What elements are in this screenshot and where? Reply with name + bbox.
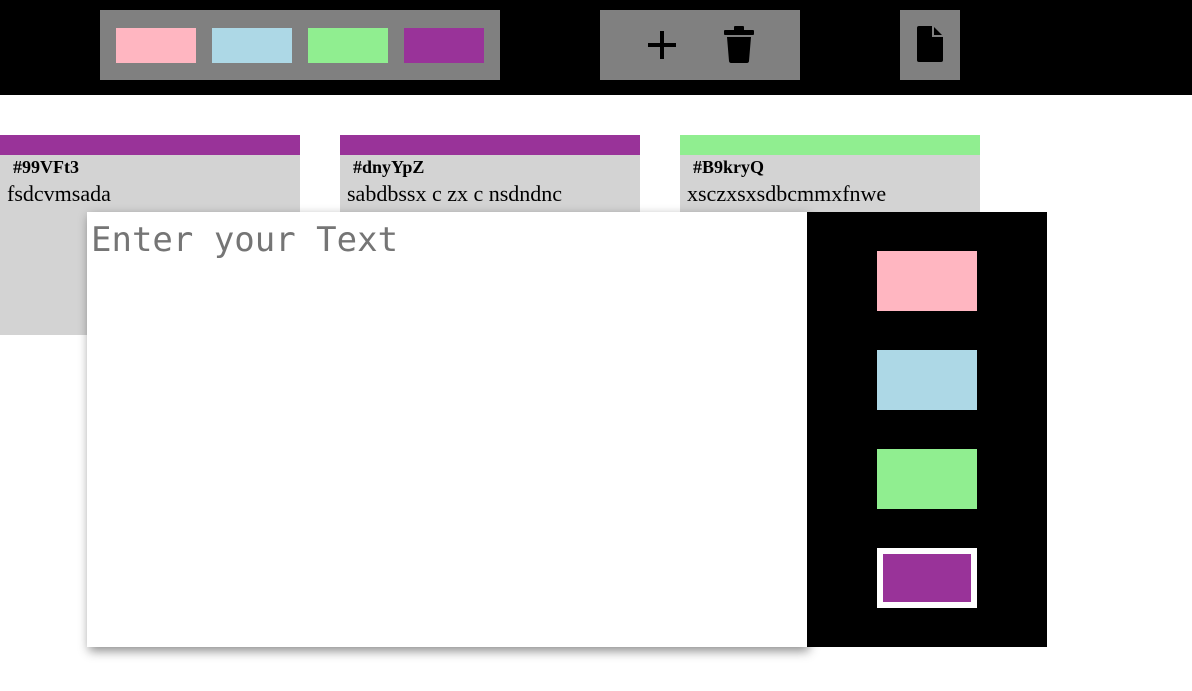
ticket-color-band[interactable] <box>680 135 980 155</box>
document-icon[interactable] <box>916 25 944 63</box>
ticket-text: sabdbssx c zx c nsdndnc <box>347 181 563 206</box>
file-group <box>900 10 960 80</box>
priority-lightgreen-button[interactable] <box>877 449 977 509</box>
priority-lightblue-button[interactable] <box>877 350 977 410</box>
ticket-id: #99VFt3 <box>13 157 79 177</box>
color-filter-group <box>100 10 500 80</box>
priority-color-panel <box>807 212 1047 647</box>
toolbar <box>0 0 1192 95</box>
filter-lightgreen-button[interactable] <box>308 28 388 63</box>
priority-pink-button[interactable] <box>877 251 977 311</box>
ticket-text: xsczxsxsdbcmmxfnwe <box>687 181 887 206</box>
filter-lightblue-button[interactable] <box>212 28 292 63</box>
create-ticket-modal <box>87 212 1047 647</box>
ticket-color-band[interactable] <box>340 135 640 155</box>
plus-icon[interactable] <box>644 27 680 63</box>
trash-icon[interactable] <box>722 24 756 64</box>
action-group <box>600 10 800 80</box>
ticket-text-input[interactable] <box>87 212 807 647</box>
ticket-text: fsdcvmsada <box>7 181 111 206</box>
ticket-id: #dnyYpZ <box>353 157 425 177</box>
priority-purple-button[interactable] <box>877 548 977 608</box>
ticket-id: #B9kryQ <box>693 157 765 177</box>
filter-purple-button[interactable] <box>404 28 484 63</box>
ticket-color-band[interactable] <box>0 135 300 155</box>
filter-pink-button[interactable] <box>116 28 196 63</box>
